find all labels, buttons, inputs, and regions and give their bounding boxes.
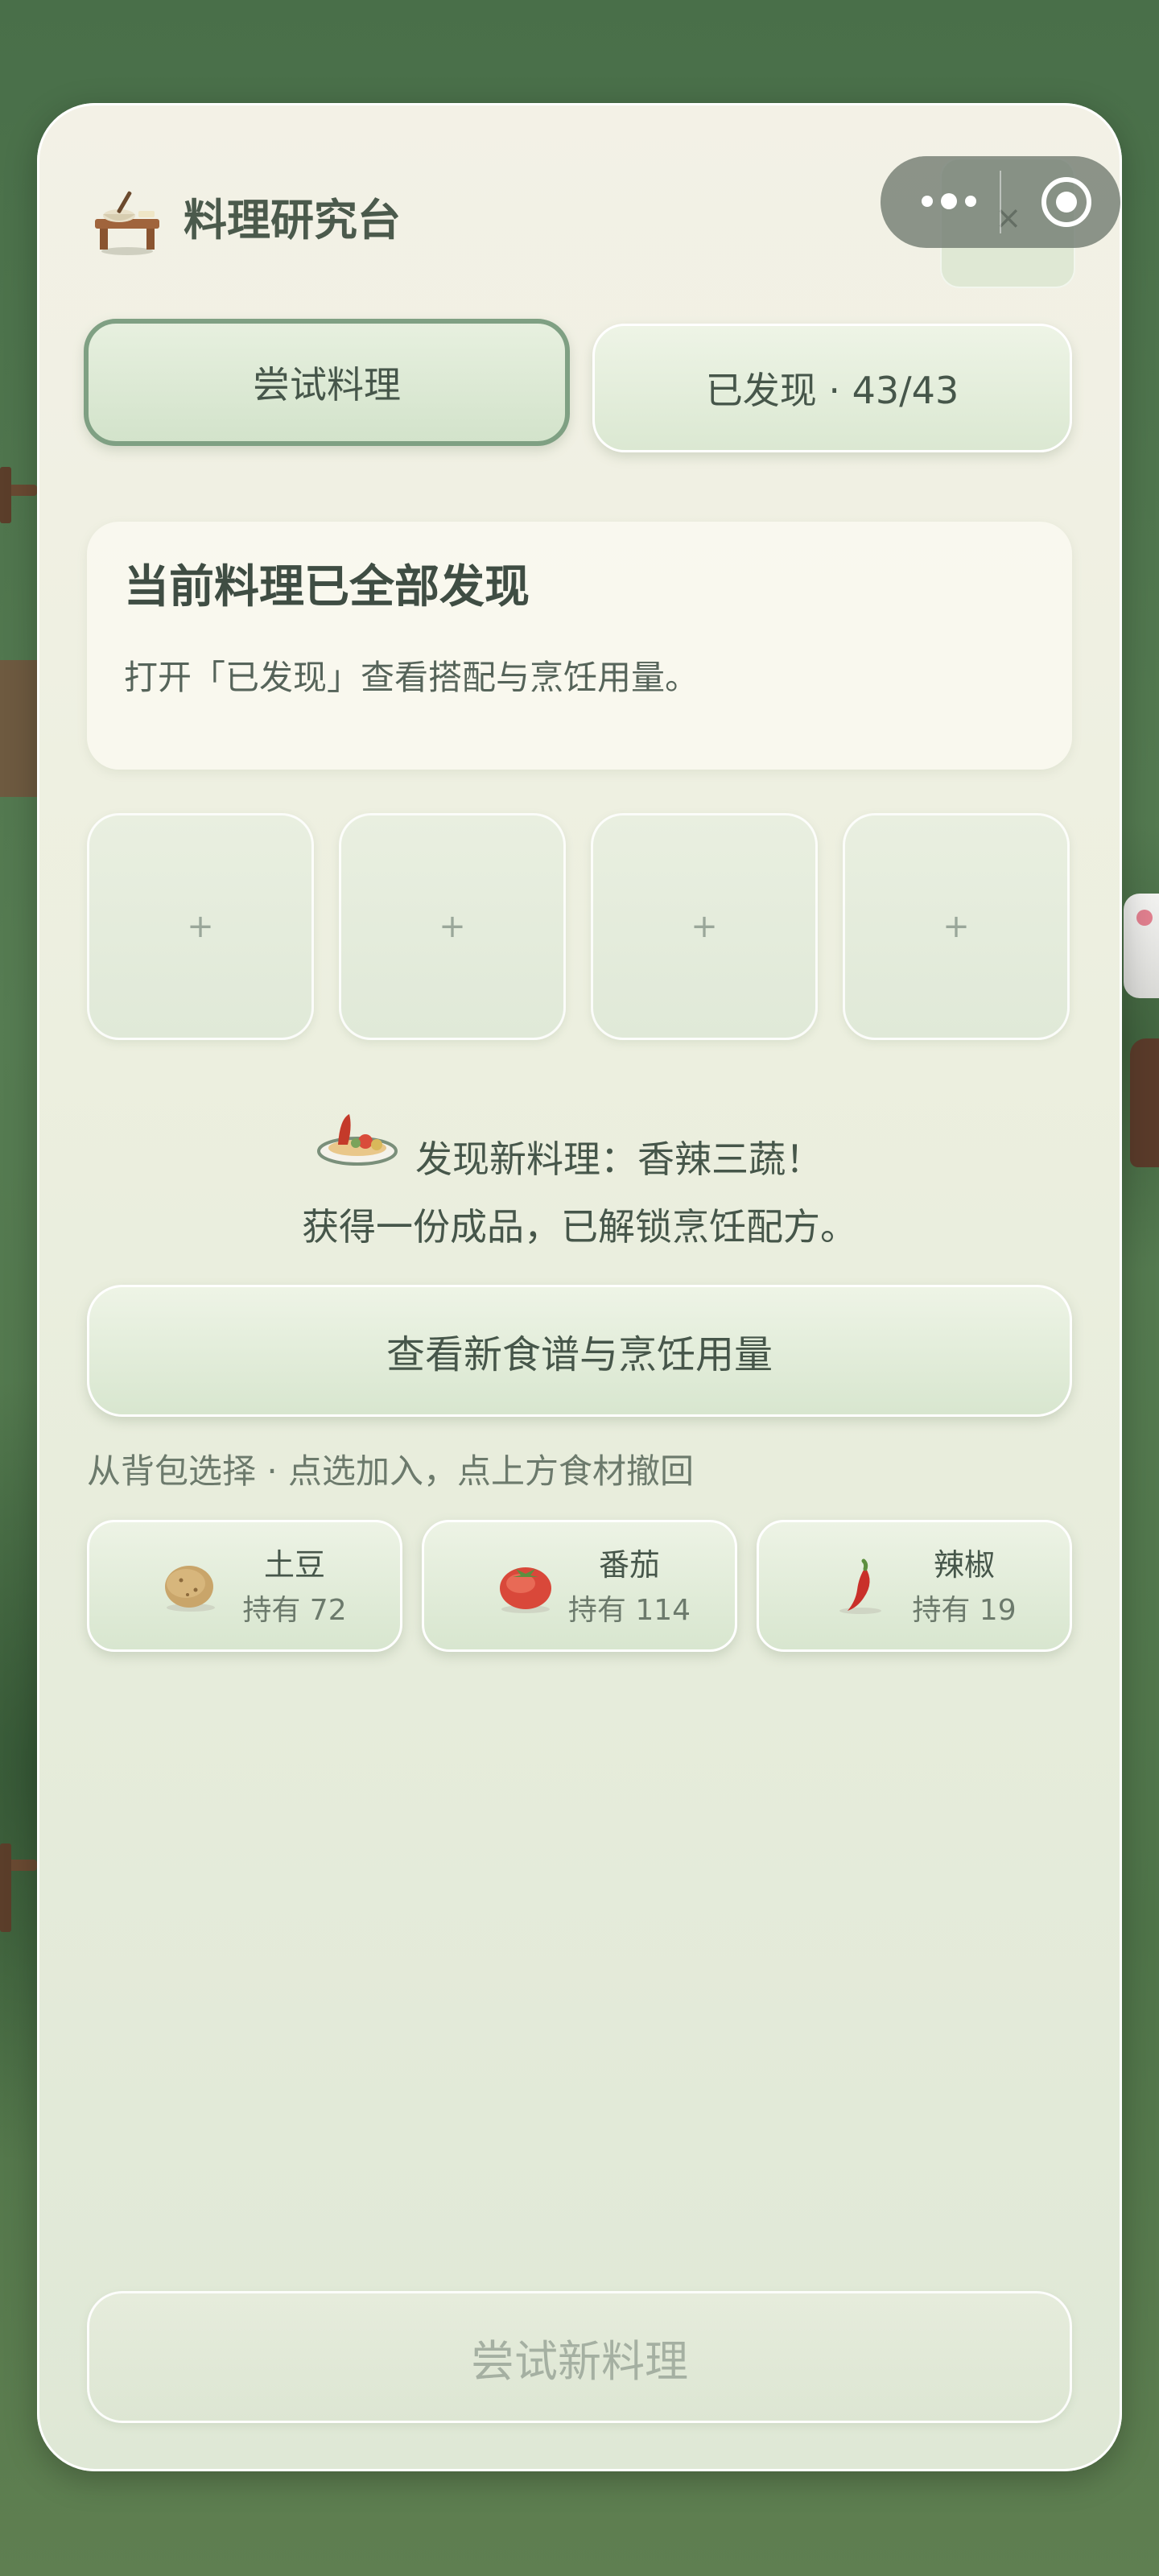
page-title: 料理研究台 [184,195,401,246]
status-title: 当前料理已全部发现 [124,561,530,613]
exit-target-icon[interactable] [1038,174,1095,230]
view-recipe-button[interactable]: 查看新食谱与烹饪用量 [87,1285,1072,1417]
miniprogram-capsule [881,156,1120,248]
tab-try-cooking[interactable]: 尝试料理 [84,319,570,446]
inventory-item-chili[interactable]: 辣椒 持有 19 [757,1520,1072,1652]
ingredient-slot[interactable]: + [339,813,566,1040]
tomato-icon [500,1567,551,1613]
discovery-title: 发现新料理：香辣三蔬！ [415,1137,823,1181]
inventory-item-name: 土豆 [263,1547,325,1583]
inventory-item-potato[interactable]: 土豆 持有 72 [87,1520,402,1652]
fence-post-decoration [0,1843,11,1932]
animal-decoration [1130,1038,1159,1167]
cooking-table-icon [95,191,159,255]
inventory-item-count: 持有 114 [567,1594,691,1627]
inventory-item-count: 持有 19 [912,1594,1017,1627]
try-new-recipe-button[interactable]: 尝试新料理 [87,2291,1072,2423]
cow-flower-decoration [1136,910,1153,926]
ingredient-slot[interactable]: + [843,813,1070,1040]
inventory-item-tomato[interactable]: 番茄 持有 114 [422,1520,737,1652]
tab-discovered[interactable]: 已发现 · 43/43 [592,324,1072,452]
potato-icon [165,1566,215,1612]
fence-post-decoration [0,467,11,523]
ingredient-slot[interactable]: + [87,813,314,1040]
ingredient-slot[interactable]: + [591,813,818,1040]
capsule-divider [1000,171,1001,233]
inventory-item-name: 番茄 [598,1547,660,1583]
status-description: 打开「已发现」查看搭配与烹饪用量。 [124,658,699,697]
inventory-item-name: 辣椒 [933,1547,995,1583]
chili-icon [839,1558,881,1614]
more-icon[interactable] [913,177,985,225]
backpack-hint: 从背包选择 · 点选加入，点上方食材撤回 [87,1451,695,1491]
wood-wall-decoration [0,660,37,797]
discovery-message: 获得一份成品，已解锁烹饪配方。 [302,1205,857,1249]
inventory-item-count: 持有 72 [242,1594,347,1627]
spicy-dish-icon [317,1114,398,1166]
